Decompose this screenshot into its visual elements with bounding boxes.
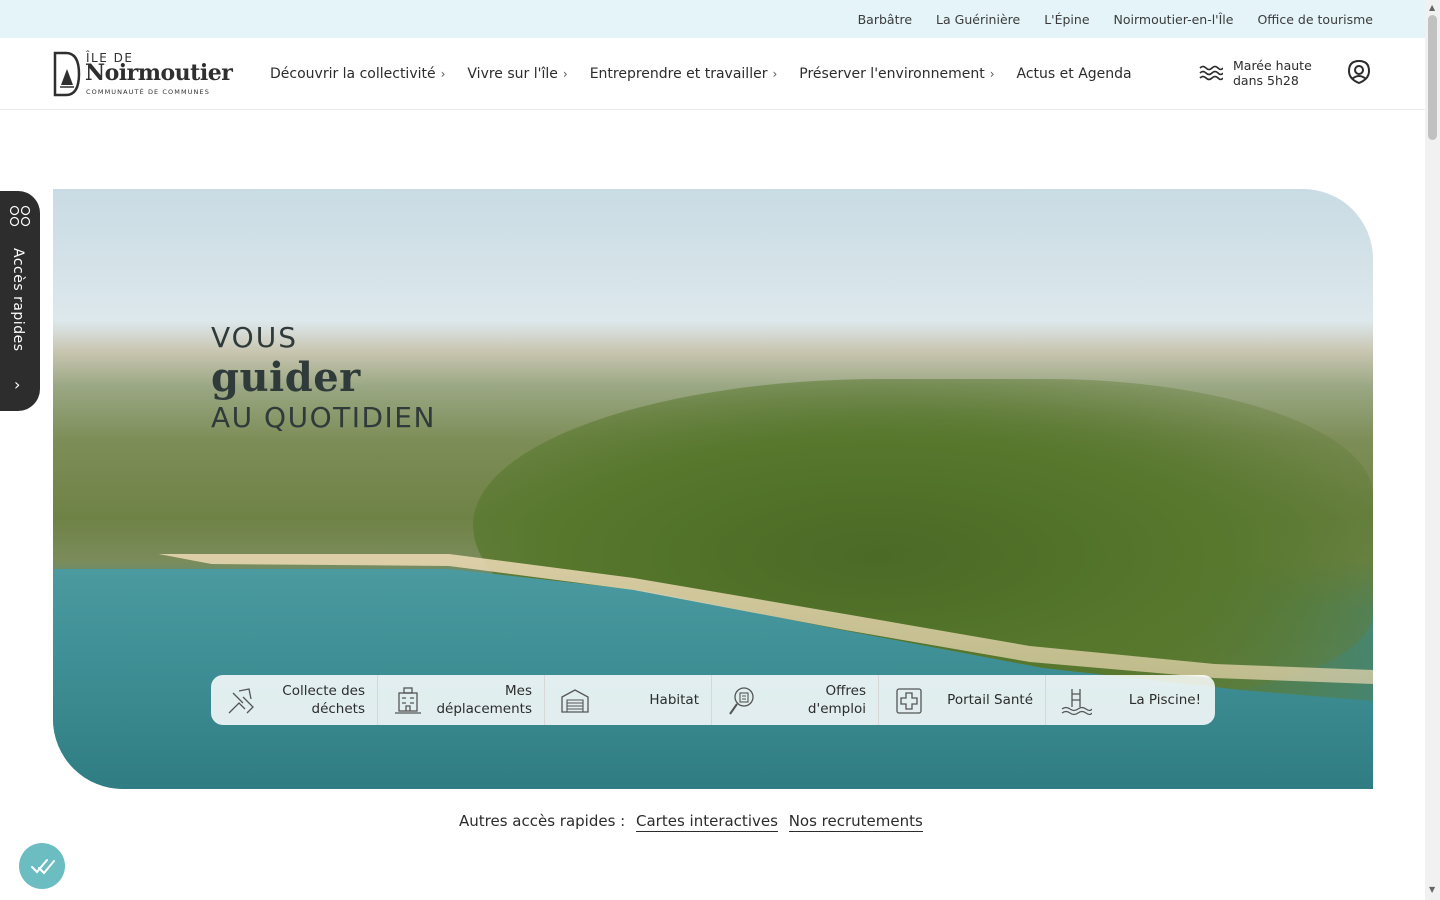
- waves-icon: [1199, 65, 1223, 81]
- cookie-settings-icon: [31, 859, 55, 875]
- quick-access-piscine[interactable]: La Piscine!: [1046, 675, 1213, 725]
- topbar-link-la-gueriniere[interactable]: La Guérinière: [936, 12, 1020, 27]
- tide-label: Marée haute: [1233, 58, 1312, 73]
- job-search-icon: [729, 687, 754, 715]
- other-quick-links: Autres accès rapides : Cartes interactiv…: [459, 812, 923, 832]
- nav-item-decouvrir[interactable]: Découvrir la collectivité ›: [270, 66, 445, 82]
- nav-label: Entreprendre et travailler: [589, 65, 768, 82]
- tide-text: Marée haute dans 5h28: [1233, 58, 1312, 88]
- health-cross-icon: [896, 688, 922, 714]
- logo-emblem-icon: [53, 51, 81, 97]
- link-nos-recrutements[interactable]: Nos recrutements: [788, 812, 923, 832]
- hero-title-line1: VOUS: [211, 321, 298, 354]
- scroll-thumb[interactable]: [1428, 15, 1437, 140]
- scroll-up-icon[interactable]: ▲: [1429, 3, 1435, 12]
- quick-access-label: Mes déplacements: [436, 683, 532, 717]
- topbar-link-office-tourisme[interactable]: Office de tourisme: [1257, 12, 1373, 27]
- quick-access-label: La Piscine!: [1128, 692, 1201, 708]
- topbar-link-barbatre[interactable]: Barbâtre: [858, 12, 912, 27]
- chevron-right-icon: ›: [14, 375, 21, 394]
- quick-access-collecte[interactable]: Collecte des déchets: [211, 675, 378, 725]
- nav-item-actus[interactable]: Actus et Agenda: [1017, 66, 1132, 82]
- quick-access-habitat[interactable]: Habitat: [545, 675, 712, 725]
- cookie-settings-button[interactable]: [19, 843, 65, 889]
- chevron-right-icon: ›: [989, 66, 995, 81]
- hero-banner: VOUS guider AU QUOTIDIEN Collecte des dé…: [53, 189, 1373, 789]
- quick-access-bar: Collecte des déchets Mes déplacements Ha…: [211, 675, 1215, 725]
- logo-title: Noirmoutier: [85, 60, 233, 86]
- quick-access-label: Collecte des déchets: [282, 683, 365, 717]
- top-utility-bar: Barbâtre La Guérinière L'Épine Noirmouti…: [0, 0, 1425, 38]
- quick-access-deplacements[interactable]: Mes déplacements: [378, 675, 545, 725]
- recycle-hand-icon: [228, 688, 254, 714]
- scroll-down-icon[interactable]: ▼: [1429, 885, 1435, 894]
- nav-item-preserver[interactable]: Préserver l'environnement ›: [799, 66, 994, 82]
- quick-access-sante[interactable]: Portail Santé: [879, 675, 1046, 725]
- hero-title-line3: AU QUOTIDIEN: [211, 401, 436, 434]
- quick-access-emploi[interactable]: Offres d'emploi: [712, 675, 879, 725]
- tide-time: dans 5h28: [1233, 73, 1299, 88]
- hero-title: VOUS guider AU QUOTIDIEN: [211, 321, 436, 435]
- main-header: ÎLE DE Noirmoutier COMMUNAUTÉ DE COMMUNE…: [0, 38, 1425, 110]
- bus-icon: [395, 687, 421, 714]
- quick-access-label: Habitat: [649, 692, 699, 708]
- nav-item-vivre[interactable]: Vivre sur l'île ›: [467, 66, 567, 82]
- pool-icon: [1061, 689, 1092, 716]
- quick-access-label: Portail Santé: [947, 692, 1033, 708]
- nav-label: Actus et Agenda: [1016, 65, 1132, 82]
- chevron-right-icon: ›: [562, 66, 568, 81]
- nav-item-entreprendre[interactable]: Entreprendre et travailler ›: [590, 66, 778, 82]
- main-nav: Découvrir la collectivité › Vivre sur l'…: [270, 38, 1154, 109]
- chevron-right-icon: ›: [772, 66, 778, 81]
- tide-widget[interactable]: Marée haute dans 5h28: [1199, 58, 1312, 88]
- page-scrollbar[interactable]: ▲ ▼: [1425, 0, 1440, 900]
- side-tab-label: Accès rapides: [10, 248, 26, 352]
- topbar-link-l-epine[interactable]: L'Épine: [1044, 12, 1089, 27]
- house-icon: [561, 689, 589, 713]
- grid-icon: [9, 205, 31, 227]
- nav-label: Découvrir la collectivité: [270, 65, 436, 82]
- nav-label: Préserver l'environnement: [799, 65, 985, 82]
- topbar-link-noirmoutier[interactable]: Noirmoutier-en-l'Île: [1114, 12, 1234, 27]
- commune-links: Barbâtre La Guérinière L'Épine Noirmouti…: [858, 0, 1373, 38]
- link-cartes-interactives[interactable]: Cartes interactives: [636, 812, 778, 832]
- logo-subtitle: COMMUNAUTÉ DE COMMUNES: [86, 88, 210, 96]
- chevron-right-icon: ›: [440, 66, 446, 81]
- nav-label: Vivre sur l'île: [467, 65, 558, 82]
- quick-access-side-tab[interactable]: Accès rapides ›: [0, 191, 40, 411]
- site-logo[interactable]: ÎLE DE Noirmoutier COMMUNAUTÉ DE COMMUNE…: [52, 51, 233, 99]
- other-quick-links-prefix: Autres accès rapides :: [459, 812, 626, 830]
- quick-access-label: Offres d'emploi: [807, 683, 866, 717]
- user-icon[interactable]: [1346, 59, 1372, 85]
- hero-title-line2: guider: [211, 354, 361, 401]
